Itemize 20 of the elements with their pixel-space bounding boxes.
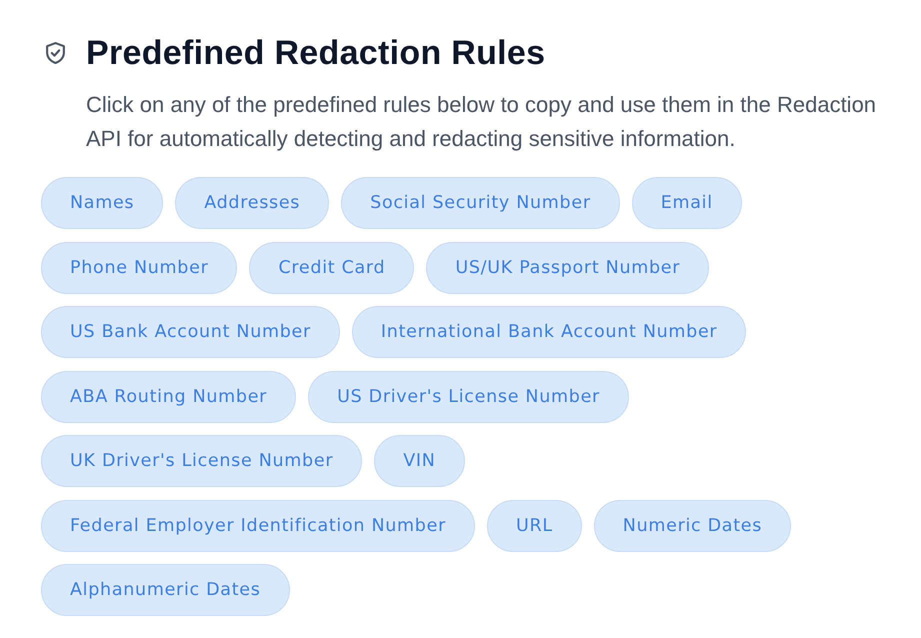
- rule-chip[interactable]: International Bank Account Number: [352, 306, 746, 358]
- rule-chip[interactable]: US/UK Passport Number: [426, 242, 710, 294]
- rule-chip[interactable]: Phone Number: [41, 242, 238, 294]
- rule-chip[interactable]: Names: [41, 177, 164, 229]
- rule-chip[interactable]: Federal Employer Identification Number: [41, 500, 475, 552]
- rule-chip[interactable]: Addresses: [175, 177, 330, 229]
- rule-chip[interactable]: US Bank Account Number: [41, 306, 340, 358]
- rule-chip[interactable]: VIN: [374, 435, 465, 487]
- section-description: Click on any of the predefined rules below to copy and use them in the Redaction API for automatically detecting and redacting sensitive information.: [86, 91, 878, 153]
- rule-chip[interactable]: UK Driver's License Number: [41, 435, 362, 487]
- rule-chip[interactable]: Alphanumeric Dates: [41, 564, 290, 616]
- rule-chip[interactable]: Email: [632, 177, 742, 229]
- rule-chip[interactable]: Numeric Dates: [594, 500, 792, 552]
- rule-chip[interactable]: US Driver's License Number: [308, 370, 629, 422]
- rule-chip[interactable]: ABA Routing Number: [41, 370, 296, 422]
- rule-chip[interactable]: Credit Card: [249, 242, 414, 294]
- rule-chip[interactable]: URL: [486, 500, 582, 552]
- shield-check-icon: [46, 42, 65, 64]
- rule-chip[interactable]: Social Security Number: [341, 177, 620, 229]
- section-title: Predefined Redaction Rules: [86, 33, 546, 73]
